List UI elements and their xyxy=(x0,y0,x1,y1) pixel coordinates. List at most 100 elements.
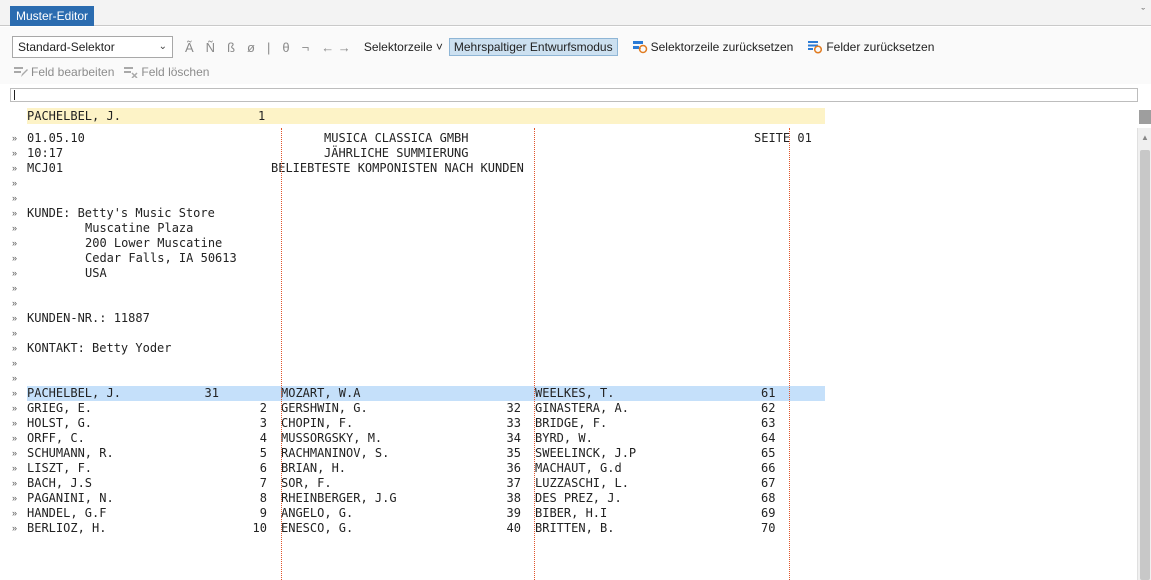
blank-line[interactable] xyxy=(27,191,1127,206)
address-line: Cedar Falls, IA 50613 xyxy=(85,251,237,265)
reset-fields-label: Felder zurücksetzen xyxy=(826,40,935,54)
toolbar-separator: | xyxy=(266,39,271,55)
report-line[interactable]: KUNDE: Betty's Music Store xyxy=(27,206,1127,221)
composer-name: BERLIOZ, H. xyxy=(27,521,107,535)
report-line[interactable]: 10:17 JÄHRLICHE SUMMIERUNG xyxy=(27,146,1127,161)
reset-fields-button[interactable]: Felder zurücksetzen xyxy=(807,40,934,54)
collapse-icon[interactable]: ˇ xyxy=(1141,8,1145,19)
line-marker-icon: » xyxy=(12,388,18,398)
report-date: 01.05.10 xyxy=(27,131,85,145)
line-marker-icon: » xyxy=(12,283,18,293)
selector-dropdown[interactable]: Standard-Selektor ⌄ xyxy=(12,36,173,58)
composer-name: CHOPIN, F. xyxy=(281,416,354,430)
report-line[interactable]: Muscatine Plaza xyxy=(27,221,1127,236)
composer-name: SOR, F. xyxy=(281,476,332,490)
table-row[interactable]: GRIEG, E. 2 GERSHWIN, G. 32 GINASTERA, A. 62 xyxy=(27,401,1127,416)
report-line[interactable]: MCJ01 BELIEBTESTE KOMPONISTEN NACH KUNDE… xyxy=(27,161,1127,176)
blank-line[interactable] xyxy=(27,326,1127,341)
column-guide[interactable] xyxy=(789,128,790,580)
composer-name: RHEINBERGER, J.G xyxy=(281,491,397,505)
char-eszett-button[interactable]: ß xyxy=(227,40,235,55)
line-marker-gutter: » » » » » » » » » » » » » » » » » » » » » » » » » » » xyxy=(12,131,22,536)
text-caret xyxy=(14,90,15,100)
rank-number: 63 xyxy=(761,416,776,430)
line-marker-icon: » xyxy=(12,328,18,338)
report-line[interactable]: USA xyxy=(27,266,1127,281)
line-marker-icon: » xyxy=(12,478,18,488)
sample-record-line[interactable]: PACHELBEL, J. 1 xyxy=(27,108,825,124)
table-row[interactable]: ORFF, C. 4 MUSSORGSKY, M. 34 BYRD, W. 64 xyxy=(27,431,1127,446)
char-not-button[interactable]: ¬ xyxy=(302,40,310,55)
rank-number: 65 xyxy=(761,446,776,460)
delete-field-icon xyxy=(124,67,138,78)
table-row[interactable]: PACHELBEL, J.1MOZART, W.A31WEELKES, T.61 xyxy=(27,386,825,401)
blank-line[interactable] xyxy=(27,356,1127,371)
edit-field-button[interactable]: Feld bearbeiten xyxy=(14,65,114,79)
char-o-slash-button[interactable]: ø xyxy=(247,40,255,55)
blank-line[interactable] xyxy=(27,296,1127,311)
line-marker-icon: » xyxy=(12,133,18,143)
rank-number: 62 xyxy=(761,401,776,415)
table-row[interactable]: PAGANINI, N. 8 RHEINBERGER, J.G 38 DES PREZ,… xyxy=(27,491,1127,506)
blank-line[interactable] xyxy=(27,281,1127,296)
table-row[interactable]: HOLST, G. 3 CHOPIN, F. 33 BRIDGE, F. 63 xyxy=(27,416,1127,431)
rank-number: 3 xyxy=(259,416,267,430)
line-marker-icon: » xyxy=(12,463,18,473)
report-line[interactable]: 200 Lower Muscatine xyxy=(27,236,1127,251)
table-row[interactable]: BERLIOZ, H. 10 ENESCO, G. 40 BRITTEN, B. 70 xyxy=(27,521,1127,536)
top-scroll-marker[interactable] xyxy=(1139,110,1151,124)
blank-line[interactable] xyxy=(27,371,1127,386)
composer-name: GINASTERA, A. xyxy=(535,401,629,415)
composer-name: BYRD, W. xyxy=(535,431,593,445)
reset-selector-row-button[interactable]: Selektorzeile zurücksetzen xyxy=(632,40,793,54)
composer-name: HOLST, G. xyxy=(27,416,93,430)
composer-name: BRITTEN, B. xyxy=(535,521,615,535)
rank-number: 70 xyxy=(761,521,776,535)
sample-name: PACHELBEL, J. xyxy=(27,109,121,123)
rank-number: 6 xyxy=(259,461,267,475)
column-guide[interactable] xyxy=(534,128,535,580)
blank-line[interactable] xyxy=(27,176,1127,191)
scroll-up-icon[interactable]: ▲ xyxy=(1141,134,1149,142)
report-line[interactable]: Cedar Falls, IA 50613 xyxy=(27,251,1127,266)
vertical-scrollbar[interactable]: ▲ xyxy=(1137,128,1151,580)
composer-name: GRIEG, E. xyxy=(27,401,93,415)
table-row[interactable]: LISZT, F. 6 BRIAN, H. 36 MACHAUT, G.d 66 xyxy=(27,461,1127,476)
arrow-left-right-icon[interactable]: ← → xyxy=(321,40,351,55)
scrollbar-thumb[interactable] xyxy=(1140,150,1150,580)
report-line[interactable]: 01.05.10 MUSICA CLASSICA GMBH SEITE 01 xyxy=(27,131,1127,146)
table-row[interactable]: BACH, J.S 7 SOR, F. 37 LUZZASCHI, L. 67 xyxy=(27,476,1127,491)
selector-row-dropdown[interactable]: Selektorzeile ˅ xyxy=(364,40,443,54)
composer-name: WEELKES, T. xyxy=(535,386,615,400)
report-line[interactable]: KONTAKT: Betty Yoder xyxy=(27,341,1127,356)
composer-name: BRIDGE, F. xyxy=(535,416,608,430)
multicolumn-design-mode-button[interactable]: Mehrspaltiger Entwurfsmodus xyxy=(448,38,618,56)
rank-number: 37 xyxy=(506,476,521,490)
chevron-down-icon: ⌄ xyxy=(158,41,167,52)
reset-row-icon xyxy=(632,41,647,54)
rank-number: 38 xyxy=(506,491,521,505)
field-input[interactable] xyxy=(10,88,1138,102)
rank-number: 34 xyxy=(506,431,521,445)
contact-line: KONTAKT: Betty Yoder xyxy=(27,341,172,355)
composer-name: LISZT, F. xyxy=(27,461,93,475)
composer-name: ANGELO, G. xyxy=(281,506,354,520)
rank-number: 35 xyxy=(506,446,521,460)
composer-name: SCHUMANN, R. xyxy=(27,446,114,460)
table-row[interactable]: HANDEL, G.F 9 ANGELO, G. 39 BIBER, H.I 69 xyxy=(27,506,1127,521)
report-subtitle: JÄHRLICHE SUMMIERUNG xyxy=(324,146,469,160)
char-n-tilde-button[interactable]: Ñ xyxy=(206,40,215,55)
rank-number: 36 xyxy=(506,461,521,475)
line-marker-icon: » xyxy=(12,433,18,443)
char-a-tilde-button[interactable]: Ã xyxy=(185,40,194,55)
composer-name: PACHELBEL, J. xyxy=(27,386,121,400)
line-marker-icon: » xyxy=(12,448,18,458)
rank-number: 9 xyxy=(259,506,267,520)
report-line[interactable]: KUNDEN-NR.: 11887 xyxy=(27,311,1127,326)
tab-muster-editor[interactable]: Muster-Editor xyxy=(10,6,95,26)
line-marker-icon: » xyxy=(12,313,18,323)
delete-field-button[interactable]: Feld löschen xyxy=(124,65,209,79)
table-row[interactable]: SCHUMANN, R. 5 RACHMANINOV, S. 35 SWEELINCK,… xyxy=(27,446,1127,461)
column-guide[interactable] xyxy=(281,128,282,580)
char-theta-button[interactable]: θ xyxy=(282,40,289,55)
